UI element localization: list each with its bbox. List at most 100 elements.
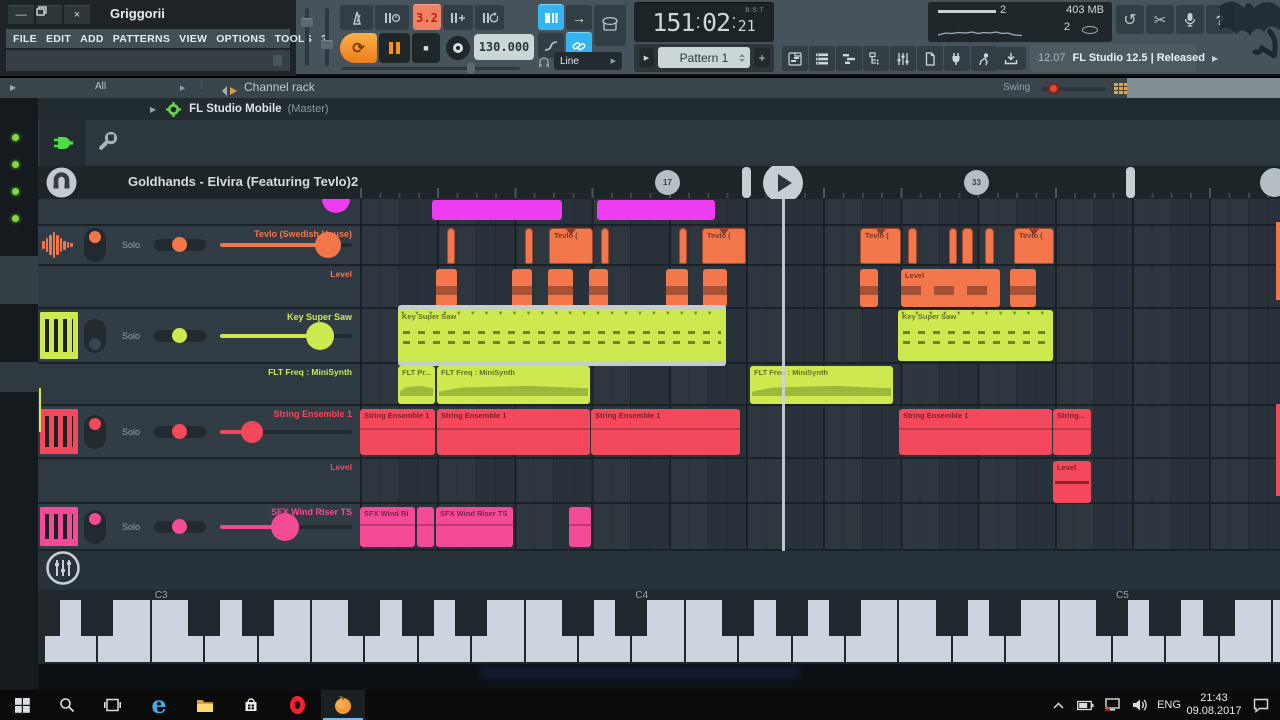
playlist-clip[interactable]: Tevlo ( <box>860 228 901 264</box>
menu-item-view[interactable]: VIEW <box>179 33 207 45</box>
track-enable-toggle[interactable] <box>84 228 106 262</box>
playlist-clip[interactable] <box>569 507 591 547</box>
song-loop-button[interactable]: ⟳ <box>340 33 377 63</box>
restore-button[interactable] <box>36 5 62 24</box>
pattern-selector[interactable]: Pattern 1 <box>658 47 750 68</box>
playlist-clip[interactable]: Level <box>901 269 1000 307</box>
piano-key[interactable] <box>594 600 615 636</box>
volume-handle[interactable] <box>301 18 313 27</box>
playhead[interactable] <box>782 199 785 551</box>
volume-slider[interactable] <box>220 334 352 338</box>
piano-key[interactable] <box>899 636 950 662</box>
piano-key[interactable] <box>45 636 96 662</box>
magnet-snap-icon[interactable] <box>46 167 77 198</box>
mobile-mixer-button[interactable] <box>45 550 81 586</box>
playlist-clip[interactable]: String Ensemble 1 <box>437 409 590 455</box>
playlist-clip[interactable]: ▼▼▼▼▼▼▼▼▼▼▼▼▼▼▼▼▼▼▼▼▼▼▼Key Super Saw <box>398 310 726 361</box>
swing-handle[interactable] <box>1048 83 1059 94</box>
metronome-button[interactable] <box>340 4 373 30</box>
piano-key[interactable] <box>220 600 241 636</box>
piano-key[interactable] <box>487 600 523 636</box>
plugin-window-header[interactable]: ▶ FL Studio Mobile (Master) <box>38 98 1280 120</box>
playlist-clip[interactable] <box>512 269 532 307</box>
playlist-clip[interactable] <box>666 269 688 307</box>
playlist-clip[interactable]: String... <box>1053 409 1091 455</box>
tray-expand-button[interactable] <box>1046 690 1070 720</box>
playlist-clip[interactable]: SFX Wind Riser TS <box>436 507 513 547</box>
slider-knob[interactable] <box>241 421 263 443</box>
overdub-button[interactable]: → <box>566 4 592 30</box>
network-tray-button[interactable]: ✕ <box>1098 690 1126 720</box>
playback-position-display[interactable]: 3.2 <box>413 4 441 30</box>
solo-button[interactable]: Solo <box>122 427 140 437</box>
piano-key[interactable] <box>312 600 348 636</box>
clip-area[interactable]: Tevlo (Tevlo (Tevlo (Tevlo (Level▼▼▼▼▼▼▼… <box>360 199 1280 551</box>
playlist-clip[interactable]: FLT Freq : MiniSynth <box>750 366 893 404</box>
taskbar-clock[interactable]: 21:43 09.08.2017 <box>1185 692 1243 718</box>
solo-button[interactable]: Solo <box>122 331 140 341</box>
timeline-handle[interactable] <box>742 167 751 198</box>
pan-knob[interactable] <box>154 239 206 251</box>
playlist-clip[interactable]: SFX Wind Ri <box>360 507 415 547</box>
solo-button[interactable]: Solo <box>122 522 140 532</box>
loop-record-button[interactable] <box>475 4 504 30</box>
record-button[interactable] <box>446 36 470 60</box>
playlist-clip[interactable]: FLT Pr... <box>398 366 435 404</box>
piano-keyboard[interactable]: C3C4C5 <box>38 590 1280 664</box>
pattern-add-button[interactable]: + <box>754 48 770 67</box>
track-enable-toggle[interactable] <box>84 510 106 544</box>
action-center-button[interactable] <box>1244 690 1278 720</box>
bar-marker[interactable]: 17 <box>655 170 680 195</box>
piano-keys-icon[interactable] <box>40 507 78 546</box>
tempo-display[interactable]: 130.000 <box>474 34 534 60</box>
piano-key[interactable] <box>632 636 683 662</box>
pan-knob[interactable] <box>154 330 206 342</box>
playlist-clip[interactable] <box>985 228 994 264</box>
playlist-clip[interactable]: FLT Freq : MiniSynth <box>437 366 590 404</box>
piano-key[interactable] <box>259 636 310 662</box>
typing-keyboard-button[interactable] <box>594 4 626 46</box>
playlist-clip[interactable] <box>949 228 957 264</box>
menu-item-options[interactable]: OPTIONS <box>216 33 265 45</box>
step-edit-button[interactable] <box>538 4 564 30</box>
master-volume-slider[interactable] <box>305 8 309 66</box>
piano-key[interactable] <box>419 636 470 662</box>
master-pitch-slider[interactable] <box>325 8 329 66</box>
cut-button[interactable]: ✂ <box>1146 4 1174 34</box>
playlist-clip[interactable] <box>447 228 455 264</box>
playlist-button[interactable] <box>782 45 808 71</box>
piano-key[interactable] <box>1060 636 1111 662</box>
snap-selector[interactable]: Line▶ <box>554 52 622 70</box>
plugin-active-slot[interactable] <box>40 120 86 166</box>
news-ticker[interactable]: 12.07 FL Studio 12.5 | Released ▶ <box>1030 44 1196 72</box>
pan-knob[interactable] <box>154 426 206 438</box>
undo-button[interactable]: ↺ <box>1116 4 1144 34</box>
channel-led[interactable] <box>12 188 19 195</box>
piano-key[interactable] <box>1273 600 1280 636</box>
plugin-button[interactable] <box>944 45 970 71</box>
piano-key[interactable] <box>953 636 1004 662</box>
pause-button[interactable] <box>379 33 410 63</box>
pattern-prev-button[interactable]: ▶ <box>639 48 654 67</box>
playlist-clip[interactable] <box>417 507 434 547</box>
start-button[interactable] <box>0 690 44 720</box>
piano-key[interactable] <box>686 636 737 662</box>
search-button[interactable] <box>45 690 89 720</box>
playlist-clip[interactable] <box>432 200 562 220</box>
shuffle-handle[interactable] <box>467 63 475 74</box>
shuffle-slider[interactable] <box>342 67 520 70</box>
download-button[interactable] <box>996 46 1026 70</box>
piano-key[interactable] <box>1220 636 1271 662</box>
piano-key[interactable] <box>647 600 683 636</box>
piano-key[interactable] <box>60 600 81 636</box>
expand-arrow-icon[interactable]: ▶ <box>10 83 16 92</box>
clipped-knob[interactable] <box>322 199 350 213</box>
piano-key[interactable] <box>312 636 363 662</box>
playlist-clip[interactable]: ▼▼▼▼▼▼▼▼▼▼▼Key Super Saw <box>898 310 1053 361</box>
fl-studio-taskbar-button[interactable] <box>321 690 365 720</box>
piano-key[interactable] <box>472 636 523 662</box>
piano-key[interactable] <box>434 600 455 636</box>
track-enable-toggle[interactable] <box>84 319 106 353</box>
playlist-clip[interactable] <box>860 269 878 307</box>
battery-tray-button[interactable] <box>1072 690 1098 720</box>
